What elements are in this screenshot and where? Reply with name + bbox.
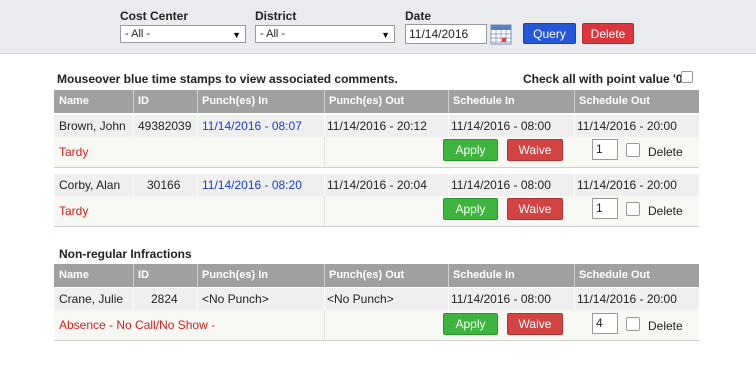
punch-out-timestamp: 11/14/2016 - 20:12 [327,119,427,133]
employee-id: 49382039 [138,119,192,133]
col-schedule-out-header: Schedule Out [579,269,650,281]
schedule-out-time: 11/14/2016 - 20:00 [577,119,677,133]
tardy-table: Name ID Punch(es) In Punch(es) Out Sched… [54,90,699,230]
district-label: District [255,9,297,23]
table-row: Brown, John 49382039 11/14/2016 - 08:07 … [54,115,699,137]
district-select[interactable]: - All - ▼ [255,25,395,43]
infraction-row: Tardy Apply Waive 1 Delete [54,137,699,168]
points-input[interactable]: 4 [592,313,618,334]
employee-id: 2824 [151,292,178,306]
mouseover-instructions: Mouseover blue time stamps to view assoc… [57,72,398,86]
query-button[interactable]: Query [523,23,576,44]
waive-button[interactable]: Waive [507,313,563,335]
schedule-in-time: 11/14/2016 - 08:00 [451,292,551,306]
delete-checkbox[interactable] [626,143,640,157]
employee-id: 30166 [147,178,181,192]
apply-button[interactable]: Apply [443,139,498,161]
punch-in-value: <No Punch> [202,292,269,306]
points-input[interactable]: 1 [592,198,618,219]
col-id-header: ID [138,95,149,107]
apply-button[interactable]: Apply [443,313,498,335]
infraction-row: Tardy Apply Waive 1 Delete [54,196,699,227]
check-all-checkbox[interactable] [681,71,693,83]
delete-checkbox[interactable] [626,317,640,331]
nonregular-table: Name ID Punch(es) In Punch(es) Out Sched… [54,264,699,344]
chevron-down-icon: ▼ [232,30,241,40]
table-row: Corby, Alan 30166 11/14/2016 - 08:20 11/… [54,174,699,196]
cost-center-select[interactable]: - All - ▼ [120,25,246,43]
col-id-header: ID [138,269,149,281]
col-schedule-in-header: Schedule In [453,269,515,281]
col-punch-in-header: Punch(es) In [202,95,269,107]
employee-name: Brown, John [59,119,126,133]
date-label: Date [405,9,432,23]
schedule-out-time: 11/14/2016 - 20:00 [577,178,677,192]
points-input[interactable]: 1 [592,139,618,160]
col-name-header: Name [59,269,89,281]
check-all-label: Check all with point value '0' [523,72,686,86]
waive-button[interactable]: Waive [507,139,563,161]
punch-in-timestamp[interactable]: 11/14/2016 - 08:20 [202,178,302,192]
infraction-type: Tardy [59,204,89,218]
waive-button[interactable]: Waive [507,198,563,220]
table-row: Crane, Julie 2824 <No Punch> <No Punch> … [54,288,699,310]
nonregular-title: Non-regular Infractions [59,247,192,261]
schedule-out-time: 11/14/2016 - 20:00 [577,292,677,306]
table-header: Name ID Punch(es) In Punch(es) Out Sched… [54,90,699,113]
chevron-down-icon: ▼ [381,30,390,40]
punch-in-timestamp[interactable]: 11/14/2016 - 08:07 [202,119,302,133]
calendar-icon[interactable] [490,23,512,45]
delete-checkbox-label: Delete [648,145,683,159]
infraction-type: Tardy [59,145,89,159]
employee-name: Crane, Julie [59,292,124,306]
col-name-header: Name [59,95,89,107]
delete-checkbox-label: Delete [648,319,683,333]
col-schedule-in-header: Schedule In [453,95,515,107]
col-punch-out-header: Punch(es) Out [329,269,405,281]
punch-out-timestamp: 11/14/2016 - 20:04 [327,178,427,192]
col-schedule-out-header: Schedule Out [579,95,650,107]
filter-bar: Cost Center - All - ▼ District - All - ▼… [0,0,756,54]
schedule-in-time: 11/14/2016 - 08:00 [451,178,551,192]
delete-button[interactable]: Delete [582,23,634,44]
col-punch-in-header: Punch(es) In [202,269,269,281]
table-header: Name ID Punch(es) In Punch(es) Out Sched… [54,264,699,287]
schedule-in-time: 11/14/2016 - 08:00 [451,119,551,133]
infraction-row: Absence - No Call/No Show - Apply Waive … [54,310,699,341]
employee-name: Corby, Alan [59,178,121,192]
col-punch-out-header: Punch(es) Out [329,95,405,107]
delete-checkbox[interactable] [626,202,640,216]
date-input[interactable]: 11/14/2016 [405,24,487,44]
cost-center-value: - All - [125,28,151,40]
punch-out-value: <No Punch> [327,292,394,306]
infraction-type: Absence - No Call/No Show - [59,318,216,332]
apply-button[interactable]: Apply [443,198,498,220]
district-value: - All - [260,28,286,40]
delete-checkbox-label: Delete [648,204,683,218]
cost-center-label: Cost Center [120,9,189,23]
